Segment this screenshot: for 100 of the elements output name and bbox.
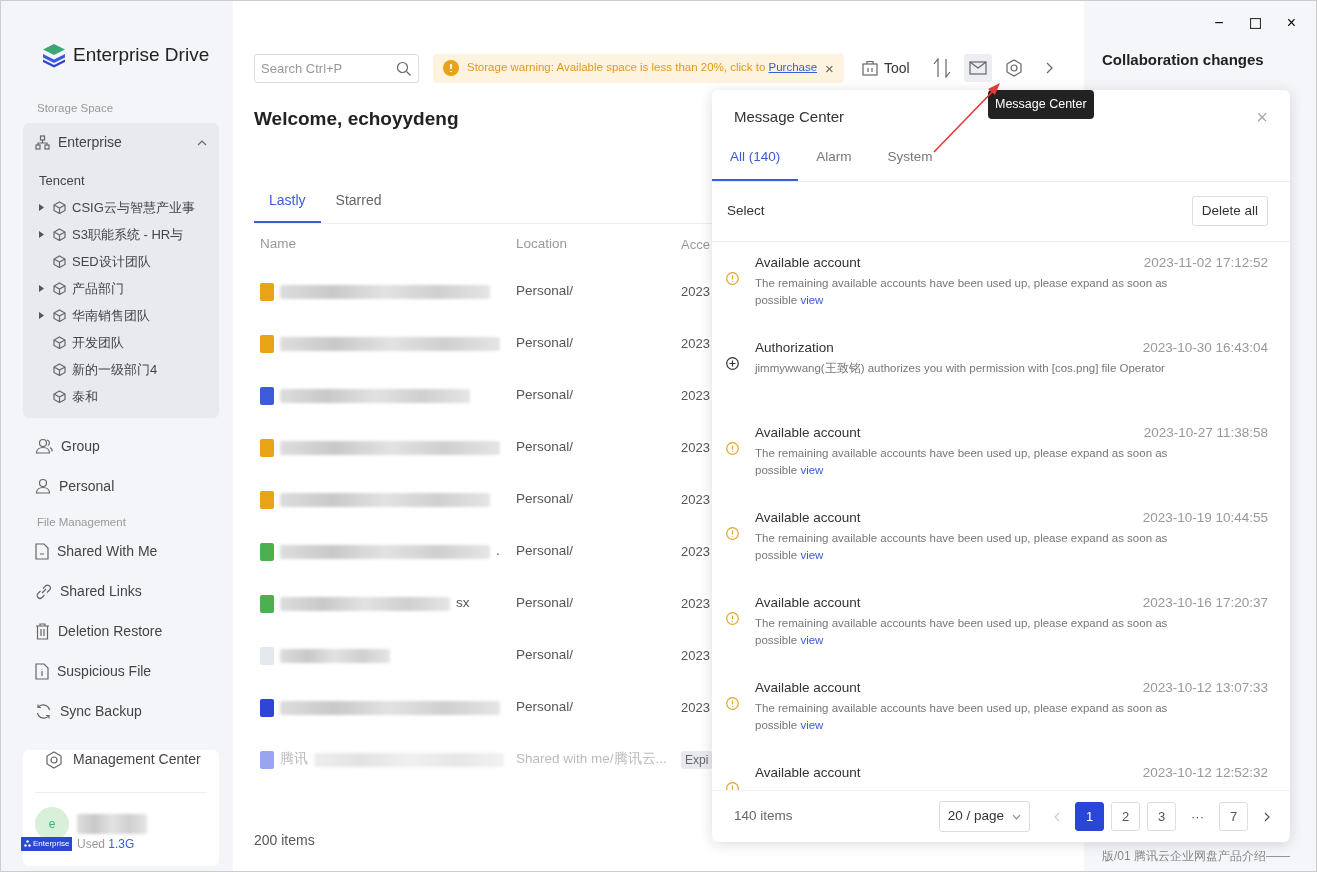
warning-icon (726, 272, 739, 286)
department-name[interactable]: 产品部门 (72, 279, 124, 299)
caret-right-icon[interactable] (39, 312, 44, 320)
org-name: Tencent (39, 171, 86, 190)
nav-item[interactable]: Deletion Restore (58, 621, 163, 642)
cube-icon (53, 255, 66, 269)
file-info-icon (35, 663, 49, 680)
cube-icon (53, 201, 66, 215)
caret-right-icon[interactable] (39, 204, 44, 212)
storage-used: Used 1.3G (77, 835, 135, 853)
message-time: 2023-10-16 17:20:37 (1142, 593, 1268, 612)
view-link[interactable]: view (800, 294, 824, 307)
tab[interactable]: System (869, 146, 951, 181)
caret-right-icon[interactable] (39, 231, 44, 239)
nav-item[interactable]: Suspicious File (57, 661, 152, 682)
location: Personal/ (516, 283, 574, 299)
nav-item[interactable]: Shared Links (60, 581, 142, 602)
select-label[interactable]: Select (727, 201, 765, 222)
purchase-link[interactable]: Purchase (768, 61, 818, 74)
message-time: 2023-10-27 11:38:58 (1143, 423, 1268, 442)
chevron-right-icon[interactable] (1264, 811, 1270, 822)
location: Personal/ (516, 699, 574, 715)
plus-circle-icon (726, 357, 739, 371)
access-date: 2023 (681, 699, 710, 715)
nav-item[interactable]: Group (61, 435, 100, 457)
warning-icon (726, 697, 739, 711)
tab[interactable]: Lastly (254, 189, 321, 223)
tab[interactable]: Alarm (798, 146, 870, 181)
settings-icon (1004, 59, 1023, 77)
department-name[interactable]: 华南销售团队 (72, 306, 150, 326)
document-icon (35, 543, 49, 560)
sync-icon (35, 703, 52, 720)
page-button[interactable]: 1 (1075, 802, 1104, 831)
access-date: 2023 (681, 595, 710, 611)
delete-all-button[interactable]: Delete all (1191, 196, 1268, 227)
close-button[interactable]: × (825, 60, 834, 76)
minimize-button[interactable]: − (1214, 15, 1224, 31)
section-label: File Management (37, 515, 127, 531)
department-name[interactable]: 新的一级部门4 (72, 360, 158, 380)
view-link[interactable]: view (800, 634, 824, 647)
tool-button[interactable]: Tool (857, 57, 914, 79)
document-path: 版/01 腾讯云企业网盘产品介绍—— (1102, 848, 1291, 865)
search-icon (396, 60, 411, 76)
chevron-down-icon (1012, 813, 1021, 820)
location: Personal/ (516, 647, 574, 663)
file-name[interactable]: sx (456, 593, 470, 614)
message-time: 2023-11-02 17:12:52 (1143, 253, 1268, 272)
message-time: 2023-10-12 12:52:32 (1142, 763, 1268, 782)
message-text: The remaining available accounts have been used up, please expand as soon as possible view (755, 446, 1169, 479)
nav-item[interactable]: Shared With Me (57, 541, 158, 562)
chevron-up-icon[interactable] (197, 139, 207, 146)
app-name: Enterprise Drive (73, 43, 210, 67)
department-name[interactable]: CSIG云与智慧产业事 (72, 198, 195, 218)
settings-icon (45, 750, 63, 769)
page-button[interactable]: 3 (1147, 802, 1176, 831)
blurred-name (77, 813, 147, 834)
location: Personal/ (516, 387, 574, 403)
department-name[interactable]: S3职能系统 - HR与 (72, 225, 184, 245)
access-date: 2023 (681, 335, 710, 351)
message-button[interactable] (963, 54, 992, 82)
file-name[interactable]: . (496, 541, 500, 562)
page-button[interactable]: 7 (1219, 802, 1248, 831)
nav-item[interactable]: Personal (59, 475, 115, 497)
enterprise-label[interactable]: Enterprise (58, 132, 189, 154)
view-link[interactable]: view (800, 549, 824, 562)
cube-icon (53, 390, 66, 404)
department-name[interactable]: 开发团队 (72, 333, 124, 353)
page-size-select[interactable]: 20 / page (938, 801, 1030, 832)
page-button[interactable]: 2 (1111, 802, 1140, 831)
location: Personal/ (516, 595, 574, 611)
caret-right-icon[interactable] (39, 285, 44, 293)
warning-icon (726, 442, 739, 456)
message-text: The remaining available accounts have been used up, please expand as soon as possible view (755, 276, 1169, 309)
message-title: Available account (755, 678, 861, 697)
envelope-icon (968, 61, 987, 75)
trash-icon (35, 623, 50, 640)
tab[interactable]: All (140) (712, 146, 799, 181)
warning-text: Storage warning: Available space is less than 20%, click to Purchase (467, 60, 818, 76)
column-header: Name (260, 235, 296, 254)
nav-item[interactable]: Sync Backup (60, 701, 142, 722)
chevron-right-icon (1045, 62, 1054, 74)
message-text: jimmywwang(王致铭) authorizes you with permission with [cos.png] file Operator (755, 361, 1166, 376)
view-link[interactable]: view (800, 464, 824, 477)
department-name[interactable]: SED设计团队 (72, 252, 151, 272)
management-center-link[interactable]: Management Center (73, 749, 201, 770)
close-button[interactable]: × (1286, 15, 1296, 31)
org-dots-icon (24, 840, 31, 847)
search-field[interactable]: Search Ctrl+P (254, 53, 419, 83)
section-label: Storage Space (37, 100, 115, 116)
tab[interactable]: Starred (320, 189, 397, 223)
access-date: 2023 (681, 543, 710, 559)
view-link[interactable]: view (800, 719, 824, 732)
message-text: The remaining available accounts have been used up, please expand as soon as possible view (755, 531, 1169, 564)
cube-icon (53, 336, 66, 350)
department-name[interactable]: 泰和 (72, 387, 98, 407)
warning-icon (443, 60, 459, 76)
location: Personal/ (516, 335, 574, 351)
popover-title: Message Center (734, 107, 845, 127)
group-icon (35, 438, 53, 455)
link-icon (35, 583, 52, 600)
